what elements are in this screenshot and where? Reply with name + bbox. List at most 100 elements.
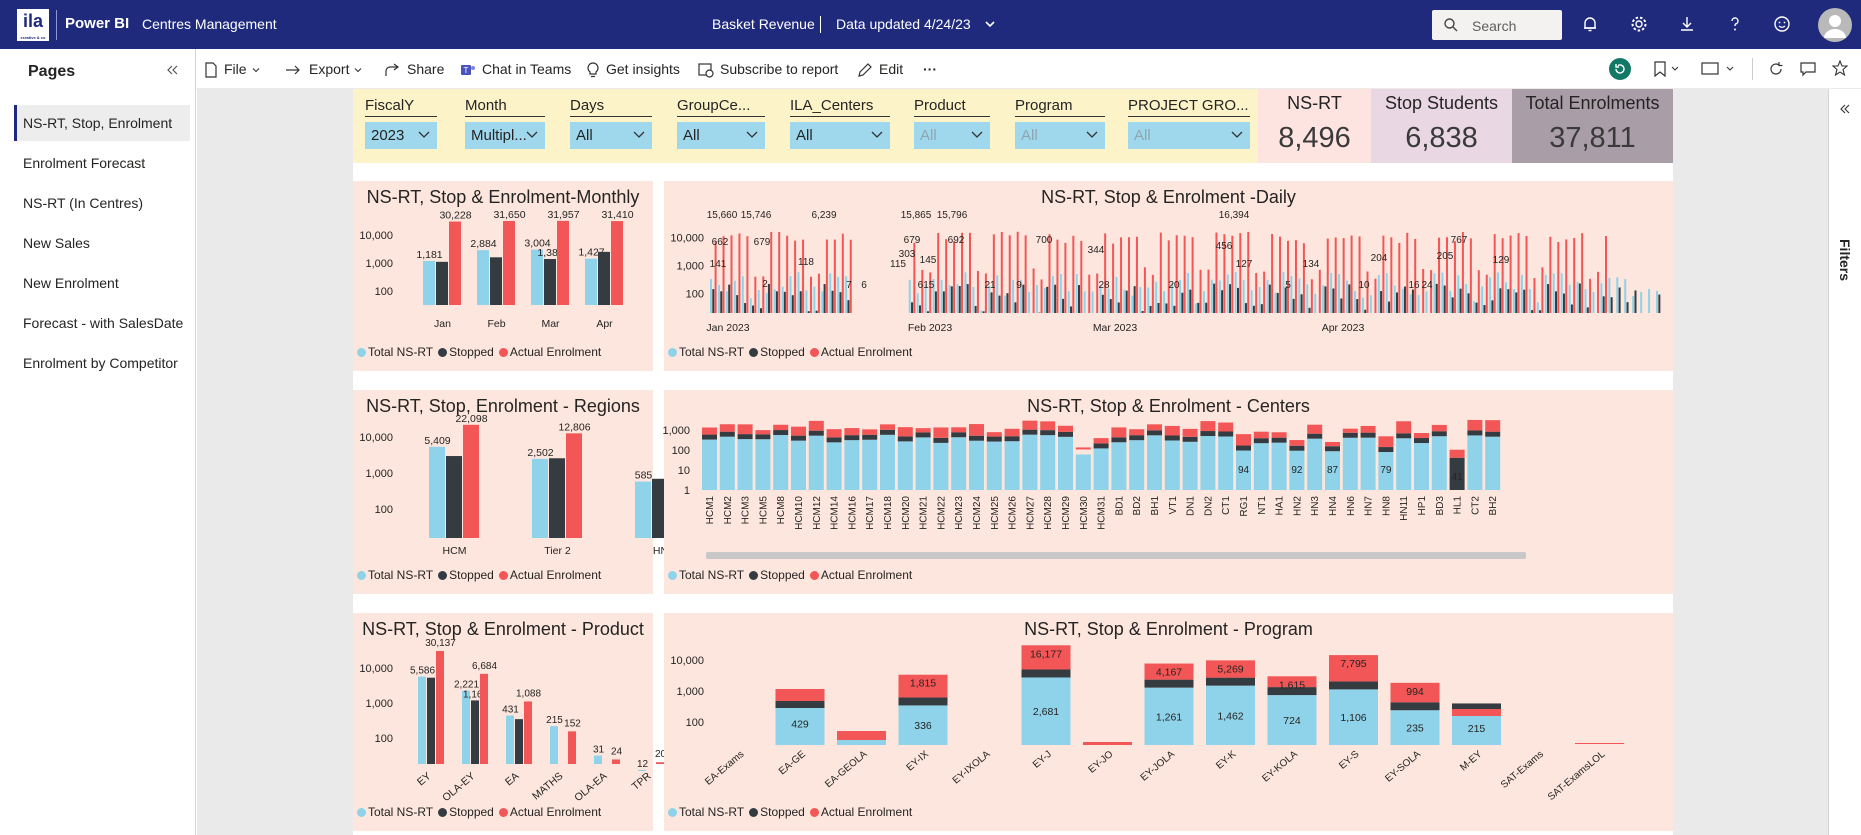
page-item-new-sales[interactable]: New Sales [14,225,190,261]
expand-icon[interactable] [1839,103,1851,115]
bar-stopped[interactable] [1475,302,1478,313]
bar-total-nsrt[interactable] [749,298,752,313]
bar-actual-enrolment[interactable] [786,235,789,313]
bar-total-nsrt[interactable] [1353,290,1356,313]
bar-stopped[interactable] [1014,302,1017,313]
slicer-dropdown[interactable]: All [790,122,890,149]
bar-stopped[interactable] [1144,679,1194,688]
bar-actual-enrolment[interactable] [524,701,532,764]
bar-stopped[interactable] [1133,286,1136,313]
bar-stopped[interactable] [1483,305,1486,313]
bar-total-nsrt[interactable] [844,440,860,490]
bar-total-nsrt[interactable] [1298,278,1301,313]
bar-actual-enrolment[interactable] [1374,278,1377,313]
bar-total-nsrt[interactable] [1520,275,1523,313]
bar-stopped[interactable] [1006,293,1009,313]
bar-total-nsrt[interactable] [1656,290,1659,313]
help-icon[interactable] [1725,14,1745,34]
legend-item-total-nsrt[interactable]: Total NS-RT [357,568,433,582]
bar-stopped[interactable] [1062,298,1065,313]
bar-actual-enrolment[interactable] [1517,233,1520,313]
bar-actual-enrolment[interactable] [480,673,488,764]
slicer-fiscaly[interactable]: FiscalY 2023 [365,97,437,149]
legend-item-actual-enrolment[interactable]: Actual Enrolment [498,805,601,819]
bar-stopped[interactable] [1378,447,1394,453]
bar-total-nsrt[interactable] [1210,279,1213,313]
bar-actual-enrolment[interactable] [611,221,623,305]
bar-total-nsrt[interactable] [1028,291,1030,313]
bar-actual-enrolment[interactable] [566,433,582,538]
bar-actual-enrolment[interactable] [1289,440,1305,446]
bar-stopped[interactable] [752,305,755,313]
bar-actual-enrolment[interactable] [915,428,931,433]
bar-total-nsrt[interactable] [1465,283,1468,313]
bar-total-nsrt[interactable] [755,439,771,490]
legend-item-actual-enrolment[interactable]: Actual Enrolment [809,805,912,819]
bar-actual-enrolment[interactable] [1129,429,1145,436]
bar-total-nsrt[interactable] [773,435,789,490]
edit-button[interactable]: Edit [857,59,903,81]
bar-stopped[interactable] [1324,286,1327,313]
bar-stopped[interactable] [1562,293,1565,313]
bar-actual-enrolment[interactable] [992,234,995,313]
bar-total-nsrt[interactable] [737,439,753,490]
bar-stopped[interactable] [1157,302,1160,313]
bar-stopped[interactable] [1360,432,1376,438]
bar-stopped[interactable] [775,701,825,708]
bar-stopped[interactable] [1443,285,1446,313]
bar-total-nsrt[interactable] [1576,282,1579,313]
bar-total-ns-rt[interactable] [423,260,435,305]
view-icon[interactable] [1701,61,1737,77]
chart-legend[interactable]: Total NS-RT Stopped Actual Enrolment [668,805,917,819]
bar-total-nsrt[interactable] [1441,272,1444,313]
bar-stopped[interactable] [1325,446,1340,452]
bar-stopped[interactable] [427,677,435,764]
bar-stopped[interactable] [1380,291,1383,313]
bar-actual-enrolment[interactable] [1467,419,1483,431]
bar-actual-enrolment[interactable] [1191,237,1194,313]
bar-total-nsrt[interactable] [1058,436,1073,490]
bar-total-nsrt[interactable] [1067,291,1070,313]
bar-stopped[interactable] [1206,677,1255,686]
bar-actual-enrolment[interactable] [1342,428,1358,433]
bar-stopped[interactable] [998,295,1001,313]
bar-stopped[interactable] [1054,284,1057,313]
chevron-down-icon[interactable] [984,16,996,32]
bar-actual-enrolment[interactable] [773,424,789,431]
bar-total-nsrt[interactable] [1608,277,1611,313]
bar-total-nsrt[interactable] [1194,303,1197,313]
bar-stopped[interactable] [744,303,747,313]
bar-actual-enrolment[interactable] [862,429,878,435]
bar-stopped[interactable] [1414,438,1429,444]
slicer-dropdown[interactable]: All [914,122,990,149]
bar-total-nsrt[interactable] [915,437,931,490]
bar-actual-enrolment[interactable] [1477,270,1480,313]
chart-legend[interactable]: Total NS-RT Stopped Actual Enrolment [357,568,606,582]
bar-stopped[interactable] [823,284,826,313]
slicer-dropdown[interactable]: All [1128,122,1250,149]
bar-total-nsrt[interactable] [826,442,842,490]
bar-stopped[interactable] [1004,436,1020,442]
bar-stopped[interactable] [1271,437,1287,443]
bar-stopped[interactable] [1658,294,1661,313]
bar-total-nsrt[interactable] [916,293,919,313]
bar-total-nsrt[interactable] [1528,289,1531,313]
app-name[interactable]: Power BI [65,15,129,32]
comment-icon[interactable] [1800,61,1816,77]
bar-actual-enrolment[interactable] [969,424,984,436]
bar-stopped[interactable] [1289,445,1305,451]
bar-stopped[interactable] [1507,289,1510,313]
bar-actual-enrolment[interactable] [1390,237,1393,313]
bar-total-nsrt[interactable] [1182,441,1198,490]
bar-stopped[interactable] [1276,292,1279,313]
bar-total-nsrt[interactable] [1139,287,1142,313]
bar-actual-enrolment[interactable] [719,424,735,432]
chart-product[interactable]: 10,0001,0001005,58630,137EY2,2211,1666,6… [353,613,666,831]
bar-actual-enrolment[interactable] [844,428,860,436]
bar-total-nsrt[interactable] [1051,276,1054,313]
bar-total-nsrt[interactable] [1004,295,1007,313]
bar-stopped[interactable] [1022,429,1038,435]
bar-total-nsrt[interactable] [1584,289,1587,313]
bar-total-nsrt[interactable] [765,292,768,313]
bar-actual-enrolment[interactable] [1207,269,1210,313]
